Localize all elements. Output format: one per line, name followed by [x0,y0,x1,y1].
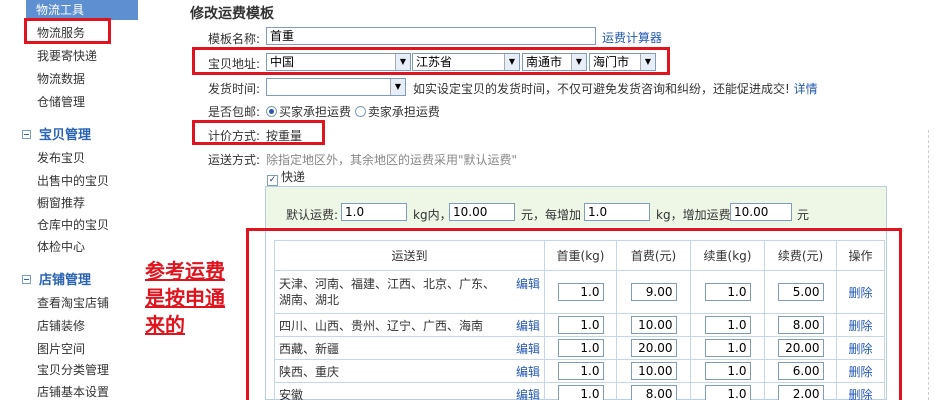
free-ship-options: 买家承担运费 卖家承担运费 [266,103,440,120]
default-first-weight-input[interactable]: 1.0 [341,203,407,221]
sidebar-item-in-warehouse[interactable]: 仓库中的宝贝 [37,216,109,233]
sidebar-item-publish[interactable]: 发布宝贝 [37,149,85,166]
sidebar-item-showcase[interactable]: 橱窗推荐 [37,194,85,211]
check-icon[interactable]: ✓ [267,175,278,186]
unit-yuan-text: 元 [797,208,810,222]
sidebar-item-on-sale[interactable]: 出售中的宝贝 [37,172,109,189]
details-link[interactable]: 详情 [794,82,818,96]
annotation-text: 参考运费 是按申通 来的 [145,259,225,337]
sidebar-item-send-express[interactable]: 我要寄快递 [37,47,97,64]
dropdown-arrow-icon: ▼ [390,79,405,95]
page-title: 修改运费模板 [190,6,274,22]
sidebar-item-health-check[interactable]: 体检中心 [37,238,85,255]
free-ship-label: 是否包邮: [207,105,260,119]
unit-kg-text: kg内， [413,208,452,222]
sidebar: 物流工具 物流服务 我要寄快递 物流数据 仓储管理 宝贝管理 发布宝贝 出售中的… [0,0,140,400]
highlight-box-rates [246,228,902,400]
each-increase-text: 元，每增加 [521,208,582,222]
sidebar-item-image-space[interactable]: 图片空间 [37,340,85,357]
collapse-icon[interactable] [22,275,31,284]
sidebar-section-shop[interactable]: 店铺管理 [22,269,91,288]
default-add-weight-input[interactable]: 1.0 [584,203,650,221]
express-option[interactable]: ✓ 快递 [267,168,305,186]
sidebar-item-logistics-data[interactable]: 物流数据 [37,70,85,87]
page-edge-divider [928,130,935,400]
shipping-hint: 除指定地区外，其余地区的运费采用"默认运费" [266,153,518,167]
sidebar-item-warehouse[interactable]: 仓储管理 [37,93,85,110]
ship-time-label: 发货时间: [207,82,260,96]
template-name-input[interactable]: 首重 [266,27,596,45]
fee-calculator-link[interactable]: 运费计算器 [602,29,662,46]
shipping-label: 运送方式: [207,153,260,167]
buyer-pays-radio[interactable] [266,106,277,117]
sidebar-section-items[interactable]: 宝贝管理 [22,124,91,143]
ship-time-hint: 如实设定宝贝的发货时间，不仅可避免发货咨询和纠纷，还能促进成交! 详情 [413,82,818,96]
ship-time-select[interactable]: ▼ [266,78,406,96]
default-add-fee-input[interactable]: 10.00 [730,203,792,221]
add-fee-text: kg，增加运费 [656,208,731,222]
highlight-box-pricing [192,120,325,145]
name-label: 模板名称: [207,32,260,46]
highlight-box-logistics [24,18,111,44]
sidebar-item-category[interactable]: 宝贝分类管理 [37,361,109,378]
default-fee-label: 默认运费: [286,208,339,222]
collapse-icon[interactable] [22,130,31,139]
sidebar-item-view-shop[interactable]: 查看淘宝店铺 [37,294,109,311]
sidebar-item-logistics-tools[interactable]: 物流工具 [26,0,138,20]
highlight-box-address [192,47,670,75]
sidebar-item-shop-decor[interactable]: 店铺装修 [37,317,85,334]
sidebar-item-shop-settings[interactable]: 店铺基本设置 [37,383,109,400]
default-first-fee-input[interactable]: 10.00 [449,203,515,221]
seller-pays-radio[interactable] [354,106,366,117]
